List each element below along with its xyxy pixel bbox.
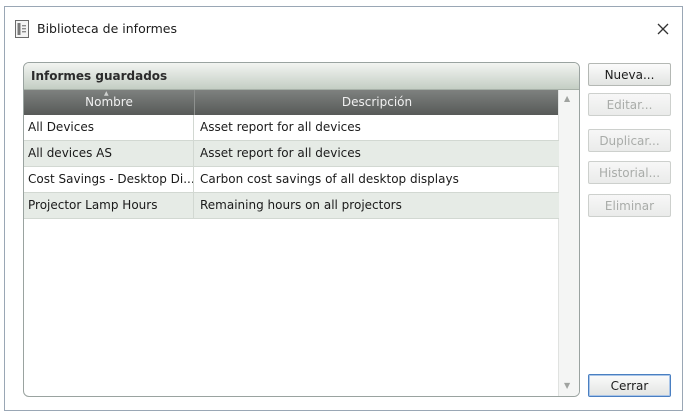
- history-button[interactable]: Historial...: [588, 161, 671, 184]
- column-header-name[interactable]: ▲ Nombre: [24, 90, 195, 115]
- column-header-description[interactable]: Descripción: [195, 90, 559, 115]
- sort-ascending-icon: ▲: [104, 90, 109, 97]
- report-name-cell: All devices AS: [24, 141, 194, 166]
- new-report-button[interactable]: Nueva...: [588, 63, 671, 86]
- duplicate-report-button[interactable]: Duplicar...: [588, 129, 671, 152]
- vertical-scrollbar[interactable]: ▲ ▼: [558, 90, 579, 396]
- table-row[interactable]: All devices AS Asset report for all devi…: [24, 141, 559, 167]
- table-row[interactable]: Projector Lamp Hours Remaining hours on …: [24, 193, 559, 219]
- report-description-cell: Remaining hours on all projectors: [200, 198, 402, 212]
- report-name-cell: All Devices: [24, 115, 194, 140]
- table-row[interactable]: Cost Savings - Desktop Di... Carbon cost…: [24, 167, 559, 193]
- report-description-cell: Carbon cost savings of all desktop displ…: [200, 172, 459, 186]
- close-window-button[interactable]: [650, 17, 676, 41]
- report-name-cell: Projector Lamp Hours: [24, 193, 194, 218]
- report-description-cell: Asset report for all devices: [200, 146, 361, 160]
- saved-reports-panel: Informes guardados ▲ Nombre Descripción …: [23, 62, 580, 397]
- close-button[interactable]: Cerrar: [588, 374, 671, 397]
- report-name-cell: Cost Savings - Desktop Di...: [24, 167, 194, 192]
- saved-reports-header: Informes guardados: [24, 63, 579, 90]
- column-header-description-label: Descripción: [341, 95, 413, 109]
- report-description-cell: Asset report for all devices: [200, 120, 361, 134]
- table-row[interactable]: All Devices Asset report for all devices: [24, 115, 559, 141]
- delete-report-button[interactable]: Eliminar: [588, 194, 671, 217]
- column-header-name-label: Nombre: [85, 95, 133, 109]
- reports-table-body: All Devices Asset report for all devices…: [24, 115, 559, 219]
- title-bar: Biblioteca de informes: [5, 7, 682, 51]
- table-header: ▲ Nombre Descripción: [24, 90, 559, 115]
- edit-report-button[interactable]: Editar...: [588, 93, 671, 116]
- close-icon: [657, 23, 669, 35]
- report-library-dialog: Biblioteca de informes Informes guardado…: [4, 6, 683, 411]
- scroll-up-arrow-icon[interactable]: ▲: [564, 94, 570, 103]
- window-title: Biblioteca de informes: [37, 21, 178, 36]
- report-library-icon: [15, 20, 29, 38]
- panel-title: Informes guardados: [31, 69, 168, 83]
- scroll-down-arrow-icon[interactable]: ▼: [564, 381, 570, 390]
